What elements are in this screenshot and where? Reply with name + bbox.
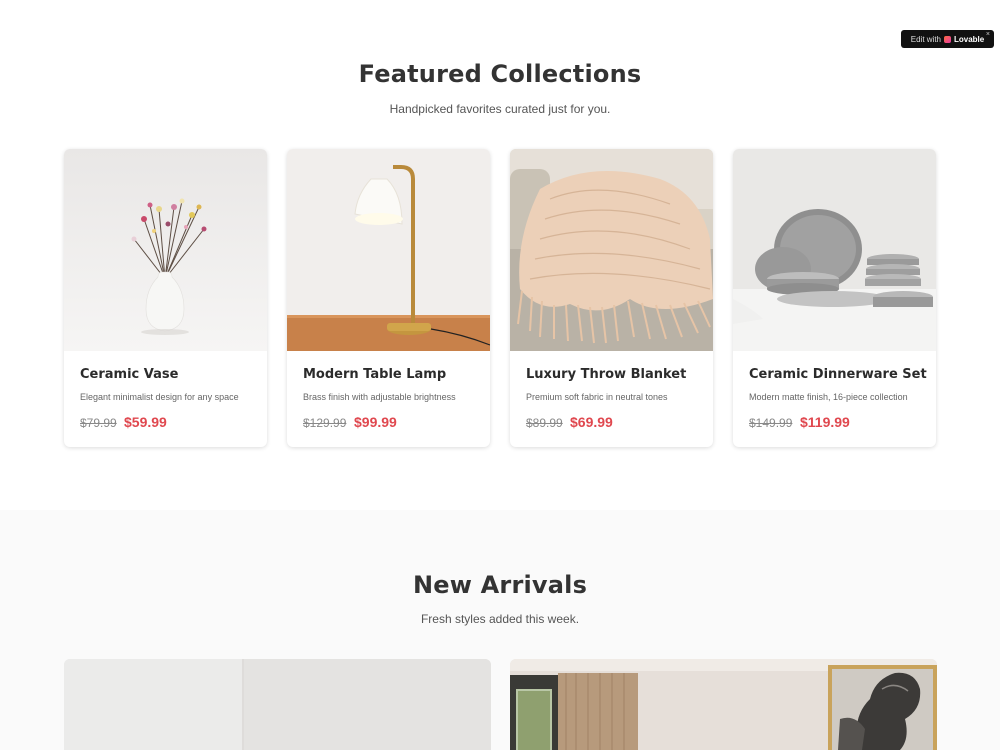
product-description: Brass finish with adjustable brightness	[303, 392, 456, 402]
new-arrivals-subtitle: Fresh styles added this week.	[420, 612, 580, 626]
blanket-image[interactable]	[510, 149, 713, 351]
product-name[interactable]: Modern Table Lamp	[303, 367, 446, 382]
featured-title: Featured Collections	[358, 60, 642, 88]
product-old-price: $129.99	[303, 416, 347, 430]
product-name[interactable]: Ceramic Dinnerware Set	[749, 367, 927, 382]
product-name[interactable]: Ceramic Vase	[80, 367, 178, 382]
product-description: Elegant minimalist design for any space	[80, 392, 239, 402]
product-description: Modern matte finish, 16-piece collection	[749, 392, 908, 402]
edit-with-lovable-badge[interactable]: Edit with Lovable ×	[901, 30, 994, 48]
badge-brand-label: Lovable	[954, 34, 985, 44]
product-old-price: $149.99	[749, 416, 793, 430]
vase-image[interactable]	[64, 149, 267, 351]
product-old-price: $89.99	[526, 416, 563, 430]
product-card-modern-table-lamp[interactable]: Modern Table Lamp Brass finish with adju…	[287, 149, 490, 447]
product-card-luxury-throw-blanket[interactable]: Luxury Throw Blanket Premium soft fabric…	[510, 149, 713, 447]
product-name[interactable]: Luxury Throw Blanket	[526, 367, 686, 382]
lovable-heart-icon	[944, 35, 951, 43]
product-description: Premium soft fabric in neutral tones	[526, 392, 668, 402]
featured-subtitle: Handpicked favorites curated just for yo…	[389, 102, 611, 116]
bedroom-art-image[interactable]	[510, 659, 937, 750]
product-card-ceramic-vase[interactable]: Ceramic Vase Elegant minimalist design f…	[64, 149, 267, 447]
lamp-image[interactable]	[287, 149, 490, 351]
product-price: $69.99	[570, 414, 613, 430]
product-card-ceramic-dinnerware-set[interactable]: Ceramic Dinnerware Set Modern matte fini…	[733, 149, 936, 447]
product-price: $99.99	[354, 414, 397, 430]
product-price: $119.99	[800, 414, 850, 430]
close-icon[interactable]: ×	[986, 31, 990, 38]
badge-edit-label: Edit with	[910, 34, 941, 44]
new-arrivals-title: New Arrivals	[412, 571, 588, 599]
product-old-price: $79.99	[80, 416, 117, 430]
interior-wall-image[interactable]	[64, 659, 491, 750]
product-price: $59.99	[124, 414, 167, 430]
dinnerware-image[interactable]	[733, 149, 936, 351]
